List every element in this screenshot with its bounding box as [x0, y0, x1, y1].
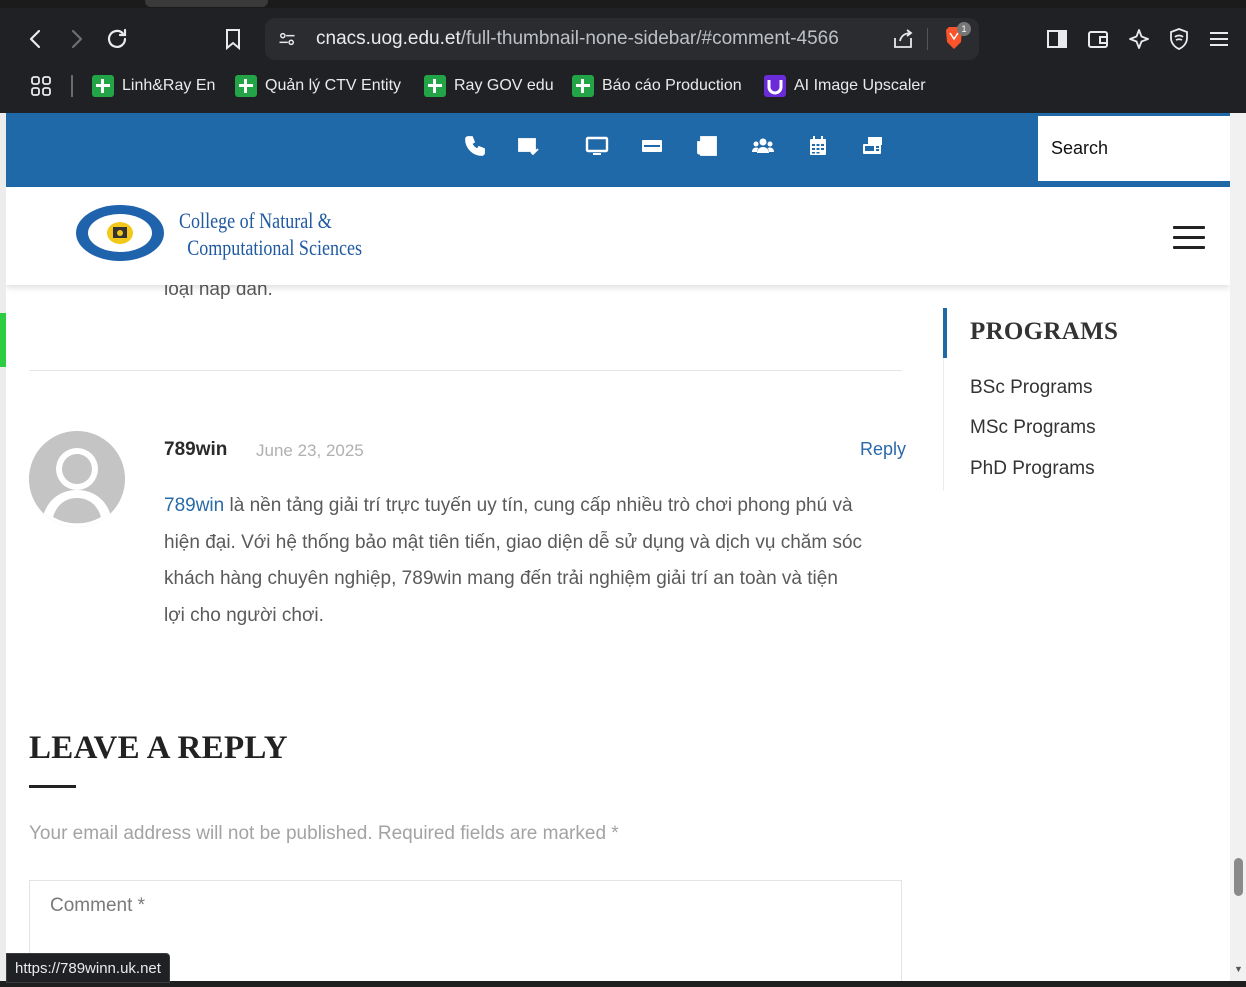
- site-header: College of Natural & Computational Scien…: [6, 187, 1230, 285]
- newspaper-icon[interactable]: [695, 133, 721, 159]
- comment-date: June 23, 2025: [256, 441, 364, 460]
- forward-icon[interactable]: [59, 22, 93, 56]
- url-host: cnacs.uog.edu.et: [316, 28, 461, 49]
- bookmark-label: Linh&Ray En: [122, 77, 216, 94]
- bookmark-icon[interactable]: [216, 22, 250, 56]
- college-name-line1: College of Natural &: [179, 208, 332, 233]
- heading-underline: [29, 785, 76, 788]
- bookmarks-separator: [71, 75, 73, 97]
- bookmark-bao-cao-production[interactable]: Báo cáo Production: [572, 73, 742, 99]
- bookmark-quan-ly-ctv[interactable]: Quản lý CTV Entity: [235, 73, 401, 99]
- main-content: loại hấp dẫn. 789win June 23, 2025 Reply…: [6, 279, 1230, 981]
- desktop-icon[interactable]: [584, 133, 610, 159]
- avatar: [29, 431, 125, 527]
- apps-grid-icon[interactable]: [24, 69, 58, 103]
- leo-ai-icon[interactable]: [1122, 22, 1156, 56]
- share-icon[interactable]: [891, 27, 915, 51]
- site-search: [1038, 116, 1230, 184]
- comment-author-link[interactable]: 789win: [164, 495, 224, 516]
- college-name-line2: Computational Sciences: [187, 235, 363, 260]
- sidebar-item-bsc[interactable]: BSc Programs: [970, 377, 1092, 399]
- url-text[interactable]: cnacs.uog.edu.et/full-thumbnail-none-sid…: [316, 28, 839, 50]
- sidebar-item-msc[interactable]: MSc Programs: [970, 417, 1096, 439]
- bookmark-ray-gov-edu[interactable]: Ray GOV edu: [424, 73, 554, 99]
- bookmark-label: Báo cáo Production: [602, 77, 742, 94]
- menu-icon[interactable]: [1202, 22, 1236, 56]
- bookmark-label: Ray GOV edu: [454, 77, 554, 94]
- back-icon[interactable]: [19, 22, 53, 56]
- sidebar-item-phd[interactable]: PhD Programs: [970, 458, 1095, 480]
- brave-badge-count: 1: [957, 22, 971, 36]
- fax-icon[interactable]: [860, 133, 886, 159]
- sheets-icon: [424, 75, 446, 97]
- link-status-url: https://789winn.uk.net: [6, 953, 170, 983]
- url-path: /full-thumbnail-none-sidebar/#comment-45…: [460, 28, 839, 49]
- site-topbar: [6, 113, 1230, 187]
- browser-chrome: cnacs.uog.edu.et/full-thumbnail-none-sid…: [0, 0, 1246, 113]
- sidebar-title: PROGRAMS: [970, 318, 1119, 345]
- college-logo[interactable]: [75, 204, 165, 262]
- page-scrollbar[interactable]: ▼: [1230, 113, 1246, 981]
- sidebar-toggle-icon[interactable]: [1040, 22, 1074, 56]
- scroll-down-arrow-icon[interactable]: ▼: [1234, 964, 1243, 974]
- id-card-icon[interactable]: [639, 133, 665, 159]
- active-tab[interactable]: [145, 0, 268, 7]
- comment-divider: [29, 370, 902, 371]
- comment-body: 789win là nền tảng giải trí trực tuyến u…: [164, 488, 864, 634]
- scrollbar-thumb[interactable]: [1234, 858, 1243, 896]
- reply-button[interactable]: Reply: [860, 439, 906, 460]
- bookmark-label: Quản lý CTV Entity: [265, 77, 402, 94]
- web-page: College of Natural & Computational Scien…: [6, 113, 1230, 981]
- bookmark-ai-image-upscaler[interactable]: AI Image Upscaler: [764, 73, 926, 99]
- calendar-icon[interactable]: [805, 133, 831, 159]
- sidebar-border: [943, 358, 944, 491]
- address-bar[interactable]: cnacs.uog.edu.et/full-thumbnail-none-sid…: [265, 18, 979, 60]
- sidebar-accent-bar: [943, 308, 947, 358]
- window-bottom-edge: [0, 981, 1246, 987]
- upscaler-icon: [764, 75, 786, 97]
- wallet-icon[interactable]: [1081, 22, 1115, 56]
- sheets-icon: [572, 75, 594, 97]
- bookmarks-bar: Linh&Ray En Quản lý CTV Entity Ray GOV e…: [0, 68, 1246, 104]
- comment-author: 789win: [164, 439, 228, 460]
- users-icon[interactable]: [750, 133, 776, 159]
- comment-notes: Your email address will not be published…: [29, 823, 619, 844]
- brave-shields-icon[interactable]: 1: [939, 22, 971, 54]
- search-input[interactable]: [1051, 134, 1221, 162]
- phone-icon[interactable]: [462, 133, 488, 159]
- bookmark-label: AI Image Upscaler: [794, 77, 926, 94]
- sheets-icon: [235, 75, 257, 97]
- comment-textarea[interactable]: [50, 895, 880, 981]
- hamburger-menu-icon[interactable]: [1173, 226, 1205, 249]
- mail-icon[interactable]: [515, 133, 541, 159]
- vpn-shield-icon[interactable]: [1162, 22, 1196, 56]
- sheets-icon: [92, 75, 114, 97]
- bookmark-linh-ray-en[interactable]: Linh&Ray En: [92, 73, 215, 99]
- leave-reply-heading: LEAVE A REPLY: [29, 730, 288, 766]
- reload-icon[interactable]: [100, 22, 134, 56]
- college-name[interactable]: College of Natural & Computational Scien…: [179, 207, 362, 261]
- comment-text: là nền tảng giải trí trực tuyến uy tín, …: [164, 495, 863, 626]
- site-settings-icon[interactable]: [275, 27, 299, 51]
- url-divider: [927, 28, 928, 50]
